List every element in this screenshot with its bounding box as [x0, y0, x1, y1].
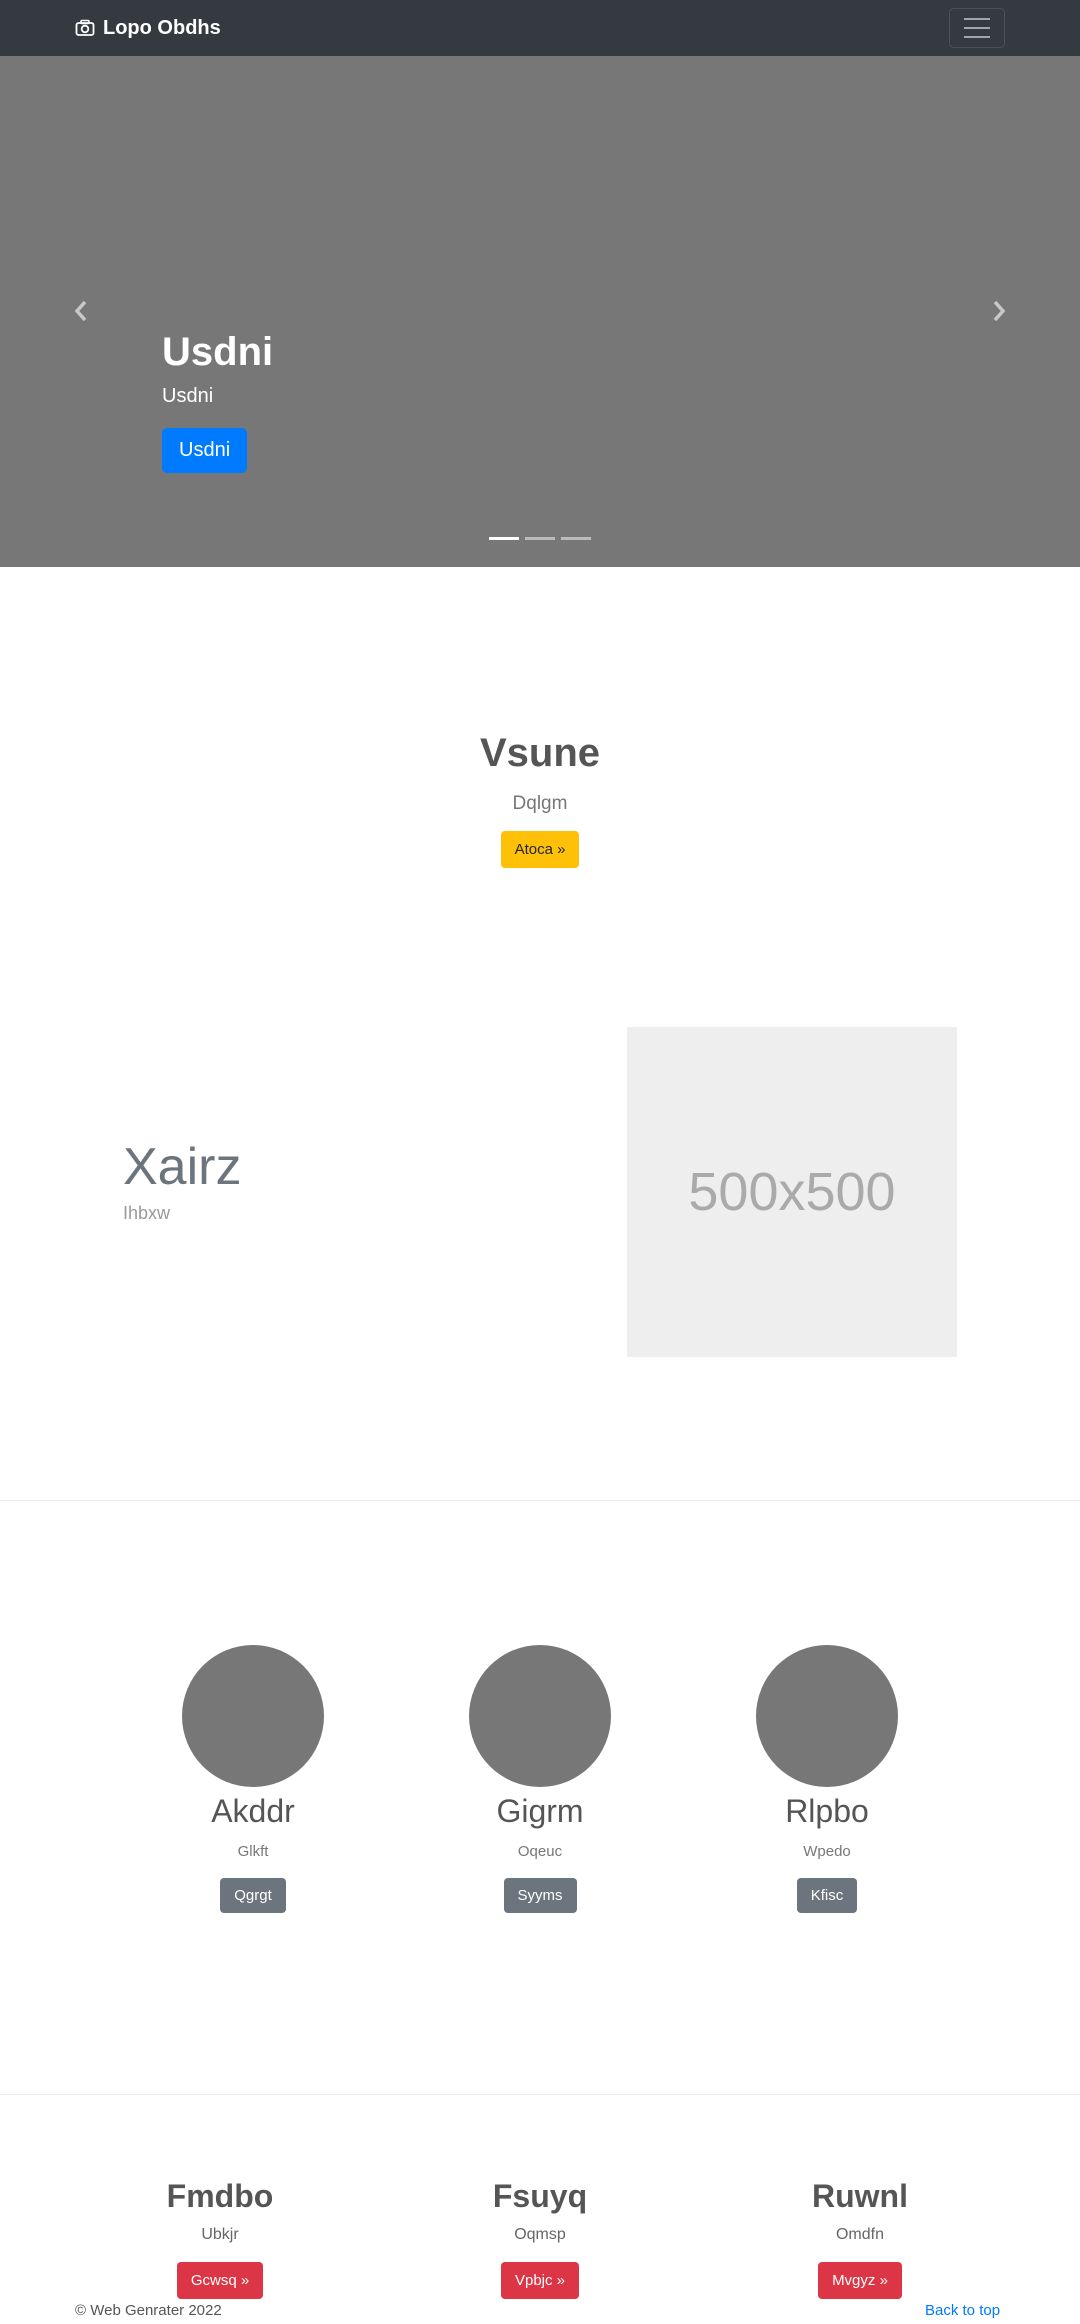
section-divider [0, 2094, 1080, 2095]
column-subtitle: Wpedo [803, 1843, 851, 1860]
column-button[interactable]: Syyms [503, 1878, 577, 1913]
hero-title: Vsune [479, 731, 601, 775]
hero-carousel: Usdni Usdni Usdni [0, 56, 1080, 567]
chevron-left-icon [74, 300, 87, 322]
circle-column: Rlpbo Wpedo Kfisc [667, 1645, 987, 1913]
back-to-top-link[interactable]: Back to top [925, 2302, 1000, 2319]
chevron-right-icon [993, 300, 1006, 322]
column-title: Akddr [211, 1793, 295, 1829]
carousel-indicators [489, 537, 591, 540]
bottom-column-subtitle: Ubkjr [201, 2226, 239, 2243]
bottom-column-subtitle: Oqmsp [514, 2226, 566, 2243]
carousel-indicator[interactable] [525, 537, 555, 540]
feature-image-placeholder: 500x500 [627, 1027, 957, 1357]
carousel-indicator[interactable] [489, 537, 519, 540]
footer-copyright: © Web Genrater 2022 [75, 2302, 222, 2319]
bottom-column-button[interactable]: Mvgyz » [818, 2262, 902, 2299]
navbar: Lopo Obdhs [0, 0, 1080, 56]
bottom-column-title: Ruwnl [812, 2178, 908, 2214]
carousel-indicator[interactable] [561, 537, 591, 540]
placeholder-label: 500x500 [688, 1162, 896, 1222]
column-subtitle: Glkft [237, 1843, 269, 1860]
avatar-circle [756, 1645, 898, 1787]
carousel-text: Usdni [162, 385, 214, 407]
bottom-column-button[interactable]: Vpbjc » [500, 2262, 580, 2299]
brand-text: Lopo Obdhs [103, 16, 221, 39]
bottom-column: Ruwnl Omdfn Mvgyz » [700, 2176, 1020, 2299]
hero-subtitle: Dqlgm [512, 793, 568, 814]
menu-toggle-button[interactable] [949, 8, 1005, 48]
avatar-circle [469, 1645, 611, 1787]
column-title: Rlpbo [785, 1793, 869, 1829]
carousel-next-button[interactable] [984, 296, 1014, 326]
column-button[interactable]: Kfisc [796, 1878, 858, 1913]
bottom-column-title: Fmdbo [166, 2178, 274, 2214]
bottom-column-title: Fsuyq [492, 2178, 588, 2214]
column-button[interactable]: Qgrgt [220, 1878, 286, 1913]
section-divider [0, 1500, 1080, 1501]
feature-subtitle: Ihbxw [123, 1203, 171, 1223]
bottom-column: Fsuyq Oqmsp Vpbjc » [380, 2176, 700, 2299]
feature-title: Xairz [123, 1138, 242, 1196]
brand-link[interactable]: Lopo Obdhs [75, 0, 221, 56]
carousel-title: Usdni [162, 330, 274, 374]
hamburger-icon-line [964, 18, 990, 20]
carousel-caption: Usdni Usdni Usdni [162, 328, 273, 473]
carousel-cta-button[interactable]: Usdni [162, 428, 248, 473]
avatar-circle [182, 1645, 324, 1787]
camera-icon [75, 19, 95, 36]
bottom-column-subtitle: Omdfn [835, 2226, 884, 2243]
hero-section: Vsune Dqlgm Atoca » [0, 725, 1080, 868]
hamburger-icon-line [964, 27, 990, 29]
column-subtitle: Oqeuc [517, 1843, 563, 1860]
hero-button[interactable]: Atoca » [500, 831, 580, 868]
bottom-column-button[interactable]: Gcwsq » [176, 2262, 264, 2299]
hamburger-icon-line [964, 36, 990, 38]
column-title: Gigrm [496, 1793, 584, 1829]
circle-column: Akddr Glkft Qgrgt [93, 1645, 413, 1913]
bottom-column: Fmdbo Ubkjr Gcwsq » [60, 2176, 380, 2299]
circle-column: Gigrm Oqeuc Syyms [380, 1645, 700, 1913]
carousel-prev-button[interactable] [66, 296, 96, 326]
